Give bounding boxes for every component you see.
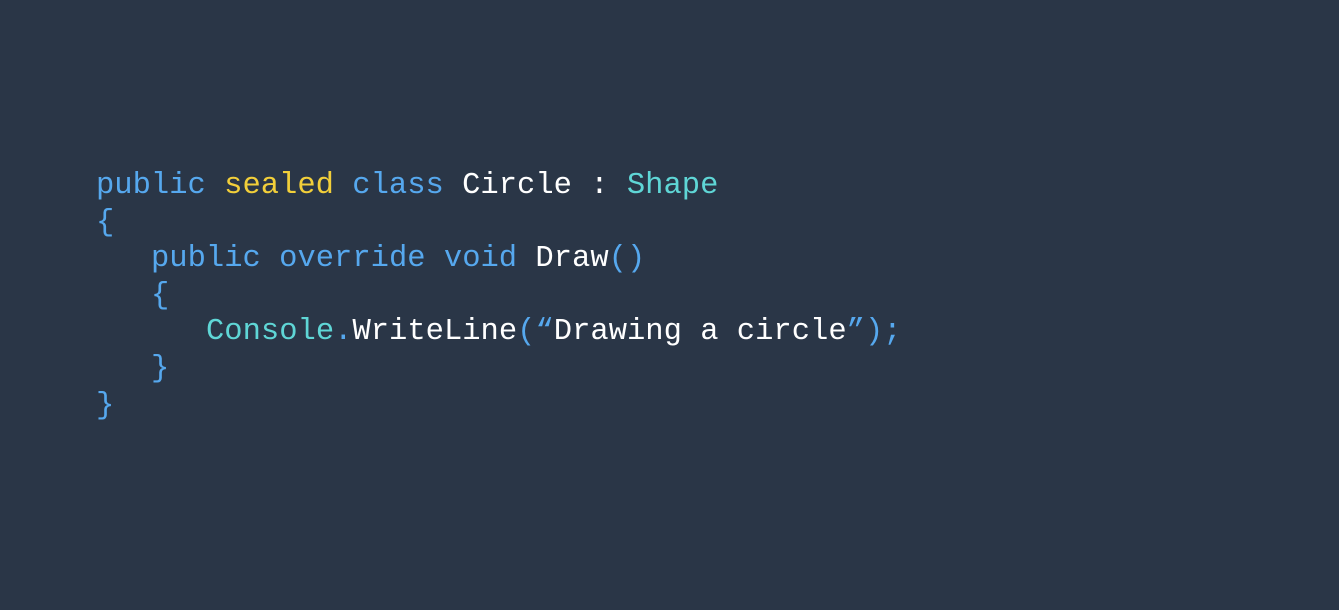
method-open-brace: { (151, 278, 170, 313)
method-parens: () (608, 242, 646, 277)
string-literal: Drawing a circle (553, 315, 847, 350)
class-name: Circle (462, 169, 572, 203)
class-open-brace: { (96, 205, 115, 240)
code-snippet-panel: public sealed class Circle : Shape{publi… (0, 0, 1339, 610)
code-line-method-open-brace: { (96, 278, 902, 315)
keyword-public: public (151, 242, 261, 277)
keyword-override: override (279, 242, 426, 277)
code-line-class-declaration: public sealed class Circle : Shape (96, 168, 902, 205)
code-line-writeline-call: Console.WriteLine(“Drawing a circle”); (96, 314, 902, 351)
call-close-quote-paren: ”); (846, 315, 902, 350)
code-line-method-declaration: public override void Draw() (96, 241, 902, 278)
keyword-class: class (352, 169, 444, 203)
method-name: Draw (535, 242, 609, 277)
class-close-brace: } (96, 388, 115, 423)
base-type-name: Shape (626, 169, 719, 203)
keyword-public: public (96, 169, 206, 203)
code-block: public sealed class Circle : Shape{publi… (96, 168, 902, 424)
inheritance-colon: : (590, 169, 609, 203)
code-line-method-close-brace: } (96, 351, 902, 388)
code-line-class-close-brace: } (96, 388, 902, 425)
call-open-paren-quote: (“ (517, 315, 554, 350)
method-close-brace: } (151, 351, 170, 386)
console-type: Console (206, 315, 335, 350)
keyword-void: void (443, 242, 518, 277)
member-access-dot: . (334, 315, 353, 350)
code-line-class-open-brace: { (96, 205, 902, 242)
keyword-sealed: sealed (224, 169, 334, 203)
writeline-method: WriteLine (352, 315, 518, 350)
